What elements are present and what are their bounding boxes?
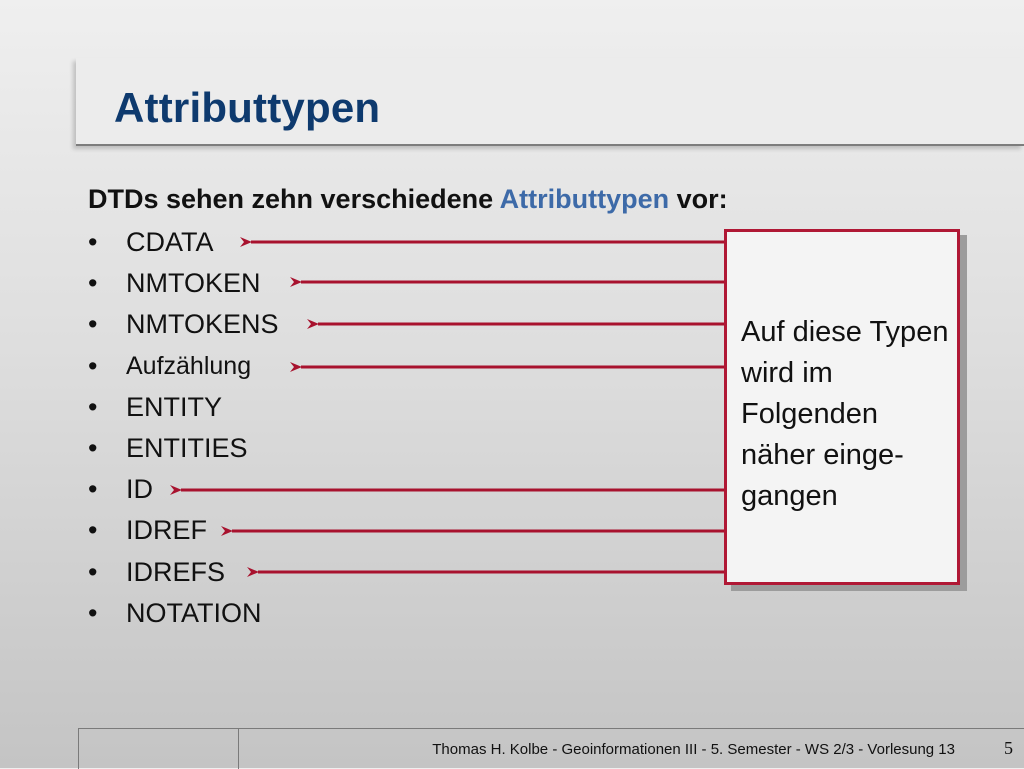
footer: Thomas H. Kolbe - Geoinformationen III -… [78,728,1024,769]
page-number: 5 [1004,738,1013,758]
footer-text: Thomas H. Kolbe - Geoinformationen III -… [432,741,955,758]
footer-cell-empty [78,729,239,769]
note-box: Auf diese Typen wird im Folgenden näher … [724,229,960,585]
note-text: Auf diese Typen wird im Folgenden näher … [741,316,949,512]
footer-cell-main: Thomas H. Kolbe - Geoinformationen III -… [238,729,1024,769]
